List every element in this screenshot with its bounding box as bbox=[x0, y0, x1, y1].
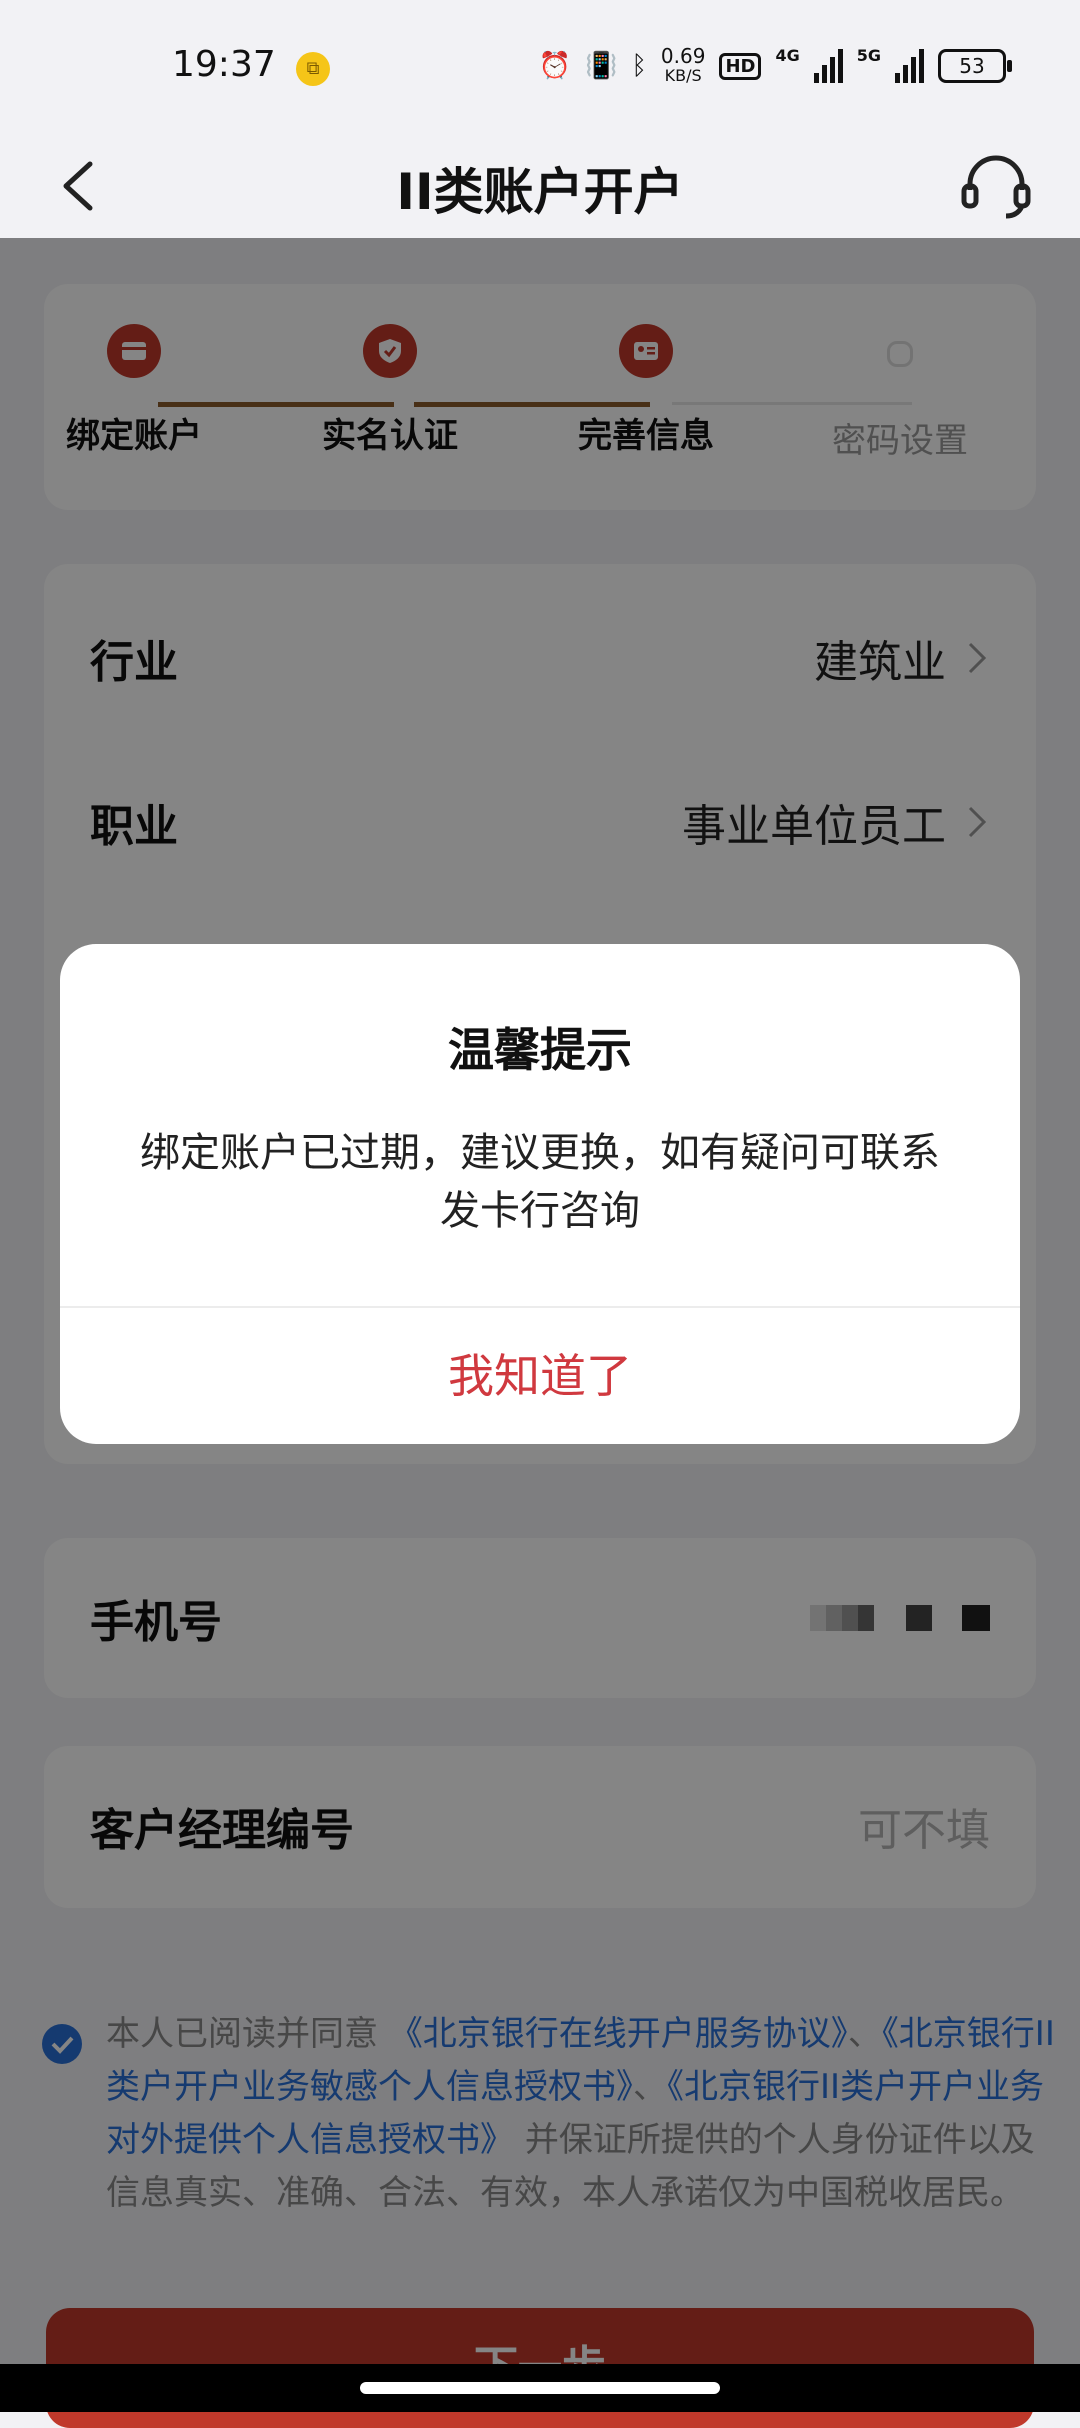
net-speed: 0.69 KB/S bbox=[661, 46, 706, 86]
status-time: 19:37 bbox=[172, 44, 276, 85]
alarm-icon: ⏰ bbox=[538, 51, 571, 81]
app-notification-icon: ⧉ bbox=[296, 52, 330, 86]
signal-4g-icon bbox=[813, 49, 843, 83]
net-4g-label: 4G bbox=[775, 46, 800, 65]
headset-icon[interactable] bbox=[956, 146, 1036, 226]
battery-icon: 53 bbox=[938, 49, 1012, 83]
net-5g-label: 5G bbox=[856, 46, 881, 65]
home-indicator[interactable] bbox=[360, 2382, 720, 2394]
tip-dialog: 温馨提示 绑定账户已过期，建议更换，如有疑问可联系发卡行咨询 我知道了 bbox=[60, 944, 1020, 1444]
signal-5g-icon bbox=[895, 49, 924, 83]
dialog-title: 温馨提示 bbox=[448, 1023, 632, 1077]
vibrate-icon: 📳 bbox=[584, 51, 618, 81]
bluetooth-icon: ᛒ bbox=[631, 51, 647, 81]
status-icons: ⏰ 📳 ᛒ 0.69 KB/S HD 4G 5G 53 bbox=[538, 46, 1012, 86]
nav-bar: II类账户开户 bbox=[0, 138, 1080, 238]
system-nav-bar bbox=[0, 2364, 1080, 2412]
status-bar: 19:37 ⧉ ⏰ 📳 ᛒ 0.69 KB/S HD 4G 5G 53 bbox=[0, 0, 1080, 138]
page-title: II类账户开户 bbox=[396, 163, 684, 221]
dialog-message: 绑定账户已过期，建议更换，如有疑问可联系发卡行咨询 bbox=[140, 1130, 940, 1234]
dialog-confirm-button[interactable]: 我知道了 bbox=[60, 1308, 1020, 1444]
net-speed-unit: KB/S bbox=[664, 66, 702, 85]
hd-voice-icon: HD bbox=[719, 52, 762, 80]
net-speed-value: 0.69 bbox=[660, 44, 706, 68]
